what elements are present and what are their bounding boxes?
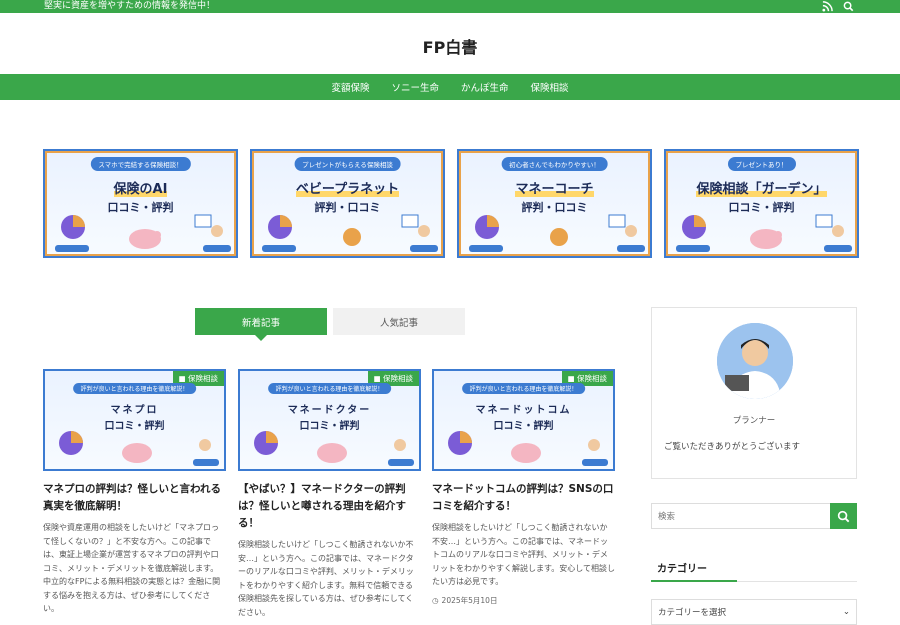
nav-item-kampo-life[interactable]: かんぽ生命 <box>461 80 509 94</box>
banner-illustration <box>262 214 438 252</box>
thumb-title: マネードットコム <box>475 405 572 416</box>
banner-pill: 初心者さんでもわかりやすい！ <box>501 157 608 171</box>
article-excerpt: 保険相談をしたいけど「しつこく勧誘されないか不安…」という方へ。この記事では、マ… <box>432 523 615 586</box>
article-thumbnail[interactable]: ■ 保険相談 評判が良いと言われる理由を徹底解説！ マネードクター 口コミ・評判 <box>238 369 421 471</box>
category-heading: カテゴリー <box>651 559 857 582</box>
folder-icon: ■ <box>178 374 186 383</box>
search-input[interactable]: 検索 <box>651 503 830 529</box>
tab-popular-articles[interactable]: 人気記事 <box>333 308 465 335</box>
thumb-title: マネプロ <box>110 405 159 416</box>
banner-pill: プレゼントがもらえる保険相談 <box>294 157 401 171</box>
article-tabs: 新着記事 人気記事 <box>195 308 465 341</box>
nav-item-insurance-consultation[interactable]: 保険相談 <box>531 80 569 94</box>
banner-row: スマホで完結する保険相談！ 保険のAI 口コミ・評判 プレゼントがもらえる保険相… <box>43 149 859 258</box>
thumb-pill: 評判が良いと言われる理由を徹底解説！ <box>267 383 392 394</box>
profile-widget: プランナー ご覧いただきありがとうございます <box>651 307 857 479</box>
profile-name: プランナー <box>732 416 776 426</box>
thumb-illustration <box>254 431 414 466</box>
folder-icon: ■ <box>567 374 575 383</box>
banner-illustration <box>469 214 645 252</box>
banner-money-coach[interactable]: 初心者さんでもわかりやすい！ マネーコーチ 評判・口コミ <box>457 149 652 258</box>
thumb-title: マネードクター <box>287 405 372 416</box>
thumb-illustration <box>59 431 219 466</box>
banner-pill: スマホで完結する保険相談！ <box>90 157 191 171</box>
thumb-pill: 評判が良いと言われる理由を徹底解説！ <box>461 383 586 394</box>
article-title[interactable]: マネプロの評判は？怪しいと言われる真実を徹底解明！ <box>43 481 226 515</box>
article-thumbnail[interactable]: ■ 保険相談 評判が良いと言われる理由を徹底解説！ マネプロ 口コミ・評判 <box>43 369 226 471</box>
main-nav: 変額保険 ソニー生命 かんぽ生命 保険相談 <box>0 74 900 100</box>
tab-new-articles[interactable]: 新着記事 <box>195 308 327 341</box>
profile-description: ご覧いただきありがとうございます <box>664 442 801 452</box>
site-tagline: 堅実に資産を増やすための情報を発信中！ <box>44 1 216 11</box>
banner-illustration <box>55 214 231 252</box>
thumb-pill: 評判が良いと言われる理由を徹底解説！ <box>72 383 197 394</box>
search-icon[interactable] <box>843 1 854 12</box>
banner-title: ベビープラネット <box>295 182 400 197</box>
nav-item-sony-life[interactable]: ソニー生命 <box>391 80 439 94</box>
article-title[interactable]: マネードットコムの評判は？SNSの口コミを紹介する！ <box>432 481 615 515</box>
top-bar: 堅実に資産を増やすための情報を発信中！ <box>0 0 900 13</box>
article-excerpt: 保険や資産運用の相談をしたいけど「マネプロって怪しくないの？」と不安な方へ。この… <box>43 523 221 613</box>
thumb-illustration <box>448 431 608 466</box>
search-button[interactable] <box>830 503 857 529</box>
article-date: ◷ 2025年5月10日 <box>432 595 498 605</box>
banner-hoken-ai[interactable]: スマホで完結する保険相談！ 保険のAI 口コミ・評判 <box>43 149 238 258</box>
folder-icon: ■ <box>373 374 381 383</box>
article-title[interactable]: 【やばい？】マネードクターの評判は？怪しいと噂される理由を紹介する！ <box>238 481 421 532</box>
banner-title: マネーコーチ <box>515 182 594 197</box>
banner-baby-planet[interactable]: プレゼントがもらえる保険相談 ベビープラネット 評判・口コミ <box>250 149 445 258</box>
article-excerpt: 保険相談したいけど「しつこく勧誘されないか不安…」という方へ。この記事では、マネ… <box>238 540 414 617</box>
article-card[interactable]: ■ 保険相談 評判が良いと言われる理由を徹底解説！ マネプロ 口コミ・評判 マネ… <box>43 369 226 616</box>
clock-icon: ◷ <box>432 595 439 605</box>
nav-item-variable-insurance[interactable]: 変額保険 <box>331 80 369 94</box>
site-title[interactable]: FP白書 <box>0 34 900 58</box>
article-card[interactable]: ■ 保険相談 評判が良いと言われる理由を徹底解説！ マネードクター 口コミ・評判… <box>238 369 421 619</box>
banner-title: 保険相談「ガーデン」 <box>696 182 827 197</box>
banner-title: 保険のAI <box>113 182 168 197</box>
search-icon <box>837 510 850 522</box>
banner-garden[interactable]: プレゼントあり！ 保険相談「ガーデン」 口コミ・評判 <box>664 149 859 258</box>
article-thumbnail[interactable]: ■ 保険相談 評判が良いと言われる理由を徹底解説！ マネードットコム 口コミ・評… <box>432 369 615 471</box>
banner-illustration <box>676 214 852 252</box>
category-select[interactable]: カテゴリーを選択 ⌄ <box>651 599 857 625</box>
chevron-down-icon: ⌄ <box>842 607 850 617</box>
article-card[interactable]: ■ 保険相談 評判が良いと言われる理由を徹底解説！ マネードットコム 口コミ・評… <box>432 369 615 606</box>
sidebar-search: 検索 <box>651 503 857 529</box>
banner-pill: プレゼントあり！ <box>727 157 796 171</box>
avatar <box>717 323 793 399</box>
rss-icon[interactable] <box>822 1 833 12</box>
